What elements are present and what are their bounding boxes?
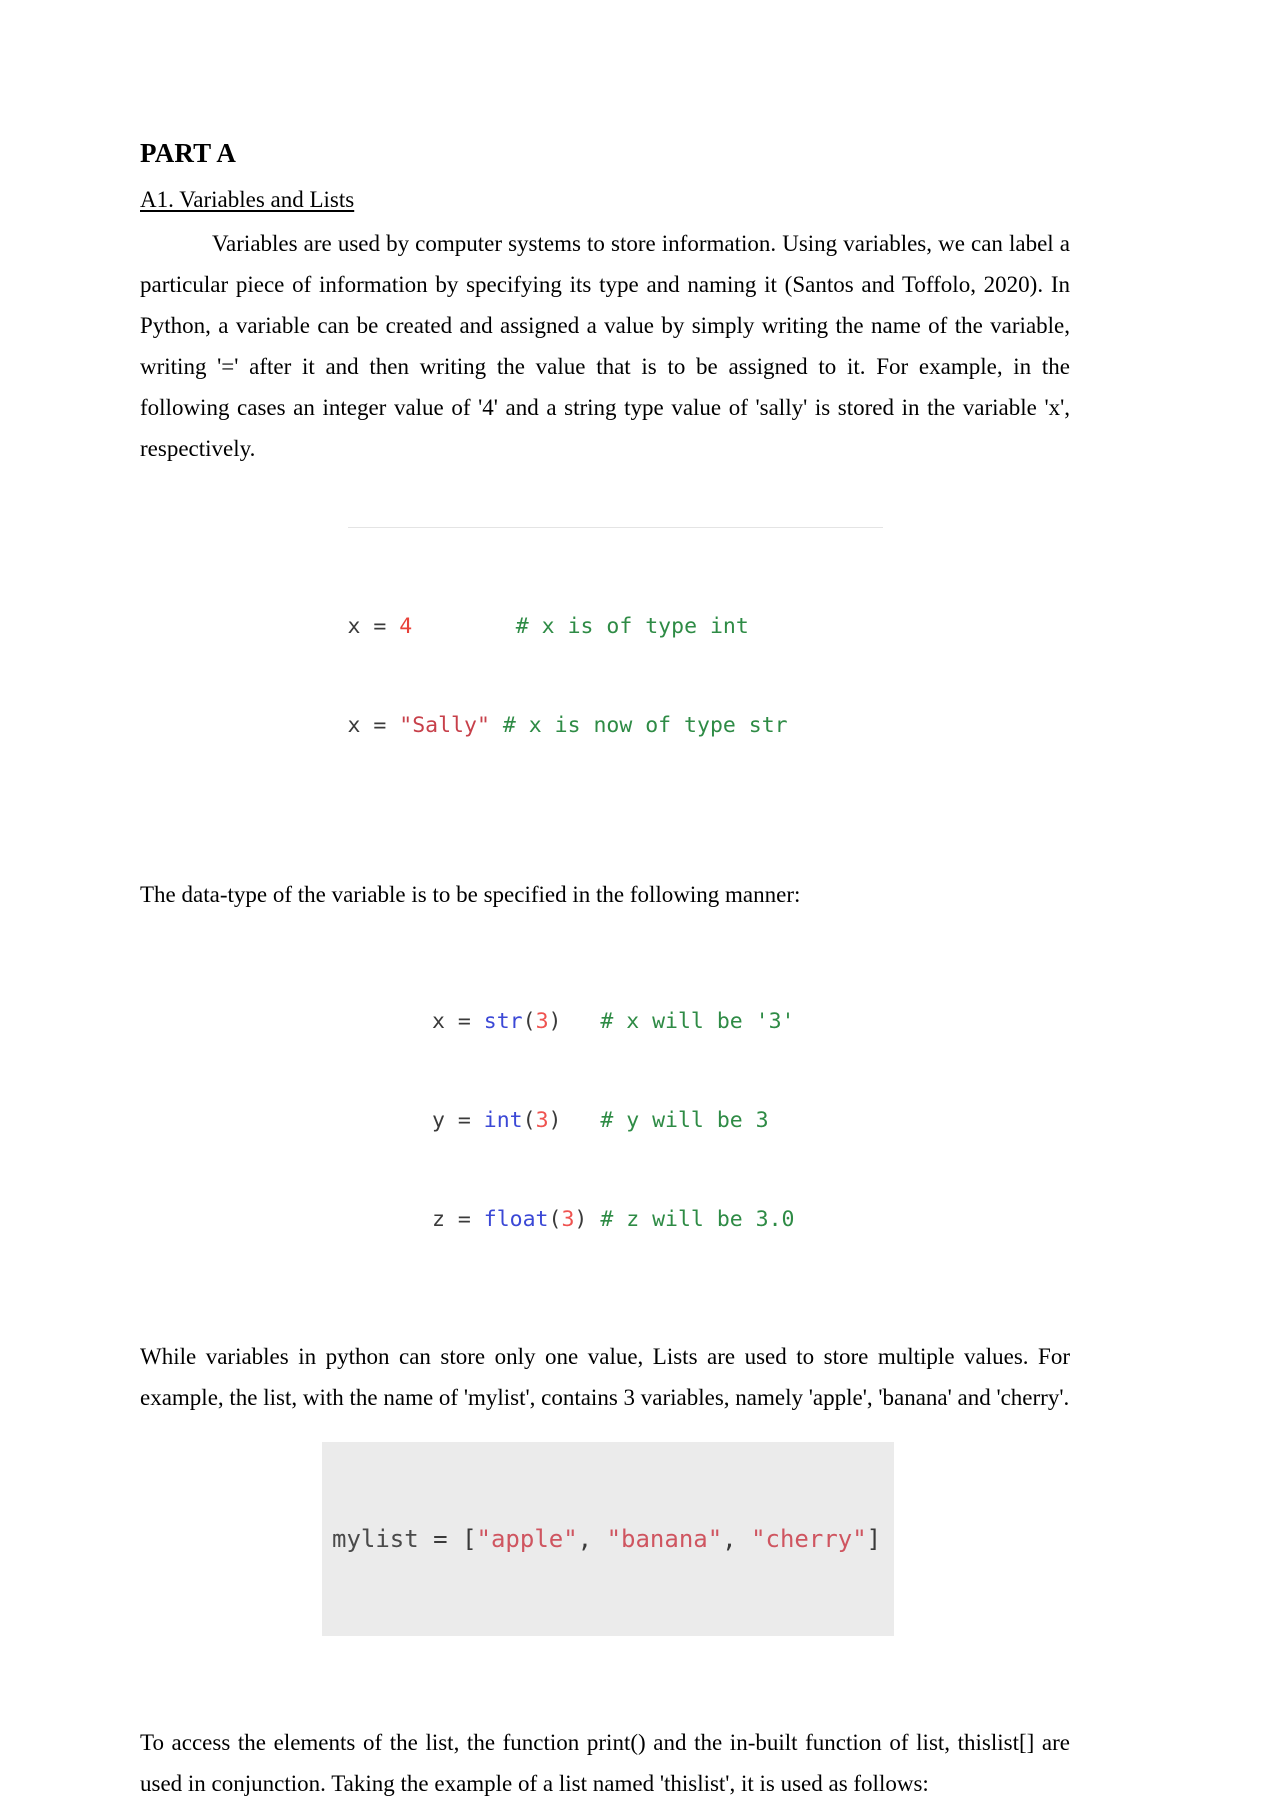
code-token-gap [587,1207,600,1232]
section-heading: A1. Variables and Lists [140,187,355,213]
code-line-2: x = "Sally" # x is now of type str [348,709,883,742]
code-token-comment: # y will be 3 [600,1107,769,1133]
code-token-number: 4 [399,613,413,639]
paragraph-access-elements: To access the elements of the list, the … [140,1729,1070,1796]
code-token-comment: # z will be 3.0 [600,1206,795,1232]
code-token-string-banana: "banana" [606,1524,723,1553]
code-token-bracket-close: ] [866,1524,882,1553]
code-token-number: 3 [561,1206,575,1232]
code-token-number: 3 [535,1107,549,1133]
code-line-3: z = float(3) # z will be 3.0 [432,1203,862,1236]
code-token-gap [561,1108,600,1133]
code-block-mylist: mylist = ["apple", "banana", "cherry"] [322,1441,894,1636]
code-block-variable-assignment: x = 4 # x is of type int x = "Sally" # x… [347,526,883,808]
document-content: PART A A1. Variables and Lists Variables… [140,138,1070,1804]
code-token-comma: , [722,1524,752,1553]
code-token-equals: = [418,1524,463,1553]
paragraph-intro: Variables are used by computer systems t… [140,230,1070,461]
code-token-paren-close: ) [574,1206,588,1232]
code-token-function: float [483,1206,549,1232]
code-line-1: x = 4 # x is of type int [348,610,883,643]
code-token-paren-close: ) [548,1107,562,1133]
code-token-variable: mylist [332,1524,419,1553]
code-token-gap [412,614,516,639]
code-token-function: str [483,1008,523,1034]
code-token-assign: x = [347,613,400,639]
code-line-1: mylist = ["apple", "banana", "cherry"] [332,1524,894,1554]
document-page: PART A A1. Variables and Lists Variables… [0,0,1275,1796]
code-token-assign: x = [347,712,400,738]
code-token-number: 3 [535,1008,549,1034]
paragraph-lists: While variables in python can store only… [140,1343,1070,1410]
page-title: PART A [140,138,237,168]
code-token-comma: , [577,1524,607,1553]
code-line-2: y = int(3) # y will be 3 [432,1104,862,1137]
code-token-comment: # x will be '3' [600,1008,795,1034]
code-block-type-casting: x = str(3) # x will be '3' y = int(3) # … [432,939,862,1302]
code-token-string: "Sally" [399,712,490,738]
code-token-string-cherry: "cherry" [751,1524,867,1553]
code-token-assign: y = [432,1107,484,1133]
code-token-gap [561,1009,600,1034]
code-token-string-apple: "apple" [476,1524,578,1553]
code-token-paren-open: ( [548,1206,562,1232]
code-token-comment: # x is of type int [515,613,749,639]
code-token-function: int [483,1107,523,1133]
code-token-comment: # x is now of type str [502,712,788,738]
paragraph-datatype: The data-type of the variable is to be s… [140,881,801,907]
code-token-bracket-open: [ [462,1524,477,1553]
code-token-paren-open: ( [522,1107,536,1133]
code-token-gap [490,713,503,738]
code-token-paren-close: ) [548,1008,562,1034]
code-line-1: x = str(3) # x will be '3' [432,1005,862,1038]
code-token-assign: z = [432,1206,484,1232]
code-token-assign: x = [432,1008,484,1034]
code-token-paren-open: ( [522,1008,536,1034]
